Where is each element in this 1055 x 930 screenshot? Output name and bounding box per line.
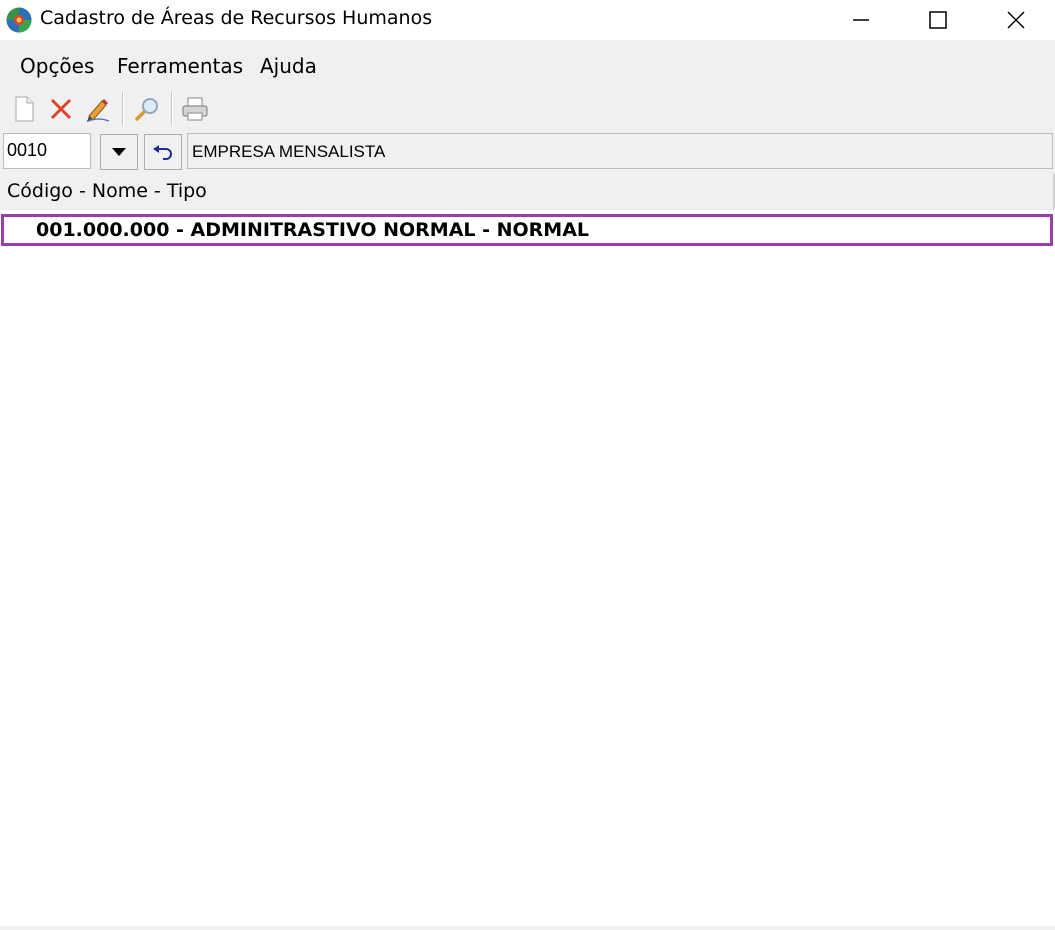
delete-icon: [50, 98, 72, 120]
dropdown-arrow-icon: [112, 148, 126, 156]
company-name-field: EMPRESA MENSALISTA: [187, 133, 1053, 169]
search-button[interactable]: [130, 92, 164, 126]
company-code-input[interactable]: 0010: [3, 133, 91, 169]
minimize-icon: [853, 19, 869, 21]
undo-icon: [153, 145, 172, 160]
menu-opcoes[interactable]: Opções: [20, 54, 94, 78]
minimize-button[interactable]: [822, 0, 900, 40]
title-bar: Cadastro de Áreas de Recursos Humanos: [0, 0, 1055, 40]
list-column-header[interactable]: Código - Nome - Tipo: [0, 174, 1055, 210]
new-document-icon: [15, 96, 34, 122]
edit-icon: [86, 99, 110, 122]
print-button[interactable]: [178, 92, 212, 126]
menu-bar: Opções Ferramentas Ajuda: [0, 44, 1055, 88]
close-icon: [1007, 11, 1025, 29]
toolbar-separator: [171, 92, 173, 126]
company-dropdown-button[interactable]: [100, 134, 138, 170]
toolbar-separator: [122, 92, 124, 126]
delete-button[interactable]: [44, 92, 78, 126]
areas-tree[interactable]: 001.000.000 - ADMINITRASTIVO NORMAL - NO…: [0, 210, 1055, 930]
column-header-label: Código - Nome - Tipo: [7, 180, 207, 202]
window-title: Cadastro de Áreas de Recursos Humanos: [40, 7, 433, 29]
window: Cadastro de Áreas de Recursos Humanos Op…: [0, 0, 1055, 930]
search-icon: [135, 98, 158, 121]
edit-button[interactable]: [81, 92, 115, 126]
tree-row-label: 001.000.000 - ADMINITRASTIVO NORMAL - NO…: [36, 219, 590, 241]
maximize-button[interactable]: [899, 0, 977, 40]
menu-ferramentas[interactable]: Ferramentas: [117, 54, 243, 78]
app-globe-icon: [6, 7, 32, 33]
new-button[interactable]: [7, 92, 41, 126]
close-button[interactable]: [977, 0, 1055, 40]
undo-button[interactable]: [144, 134, 182, 170]
maximize-icon: [929, 11, 947, 29]
toolbar: [0, 88, 1055, 130]
tree-row[interactable]: 001.000.000 - ADMINITRASTIVO NORMAL - NO…: [1, 214, 1053, 246]
print-icon: [182, 97, 208, 121]
menu-ajuda[interactable]: Ajuda: [260, 54, 317, 78]
